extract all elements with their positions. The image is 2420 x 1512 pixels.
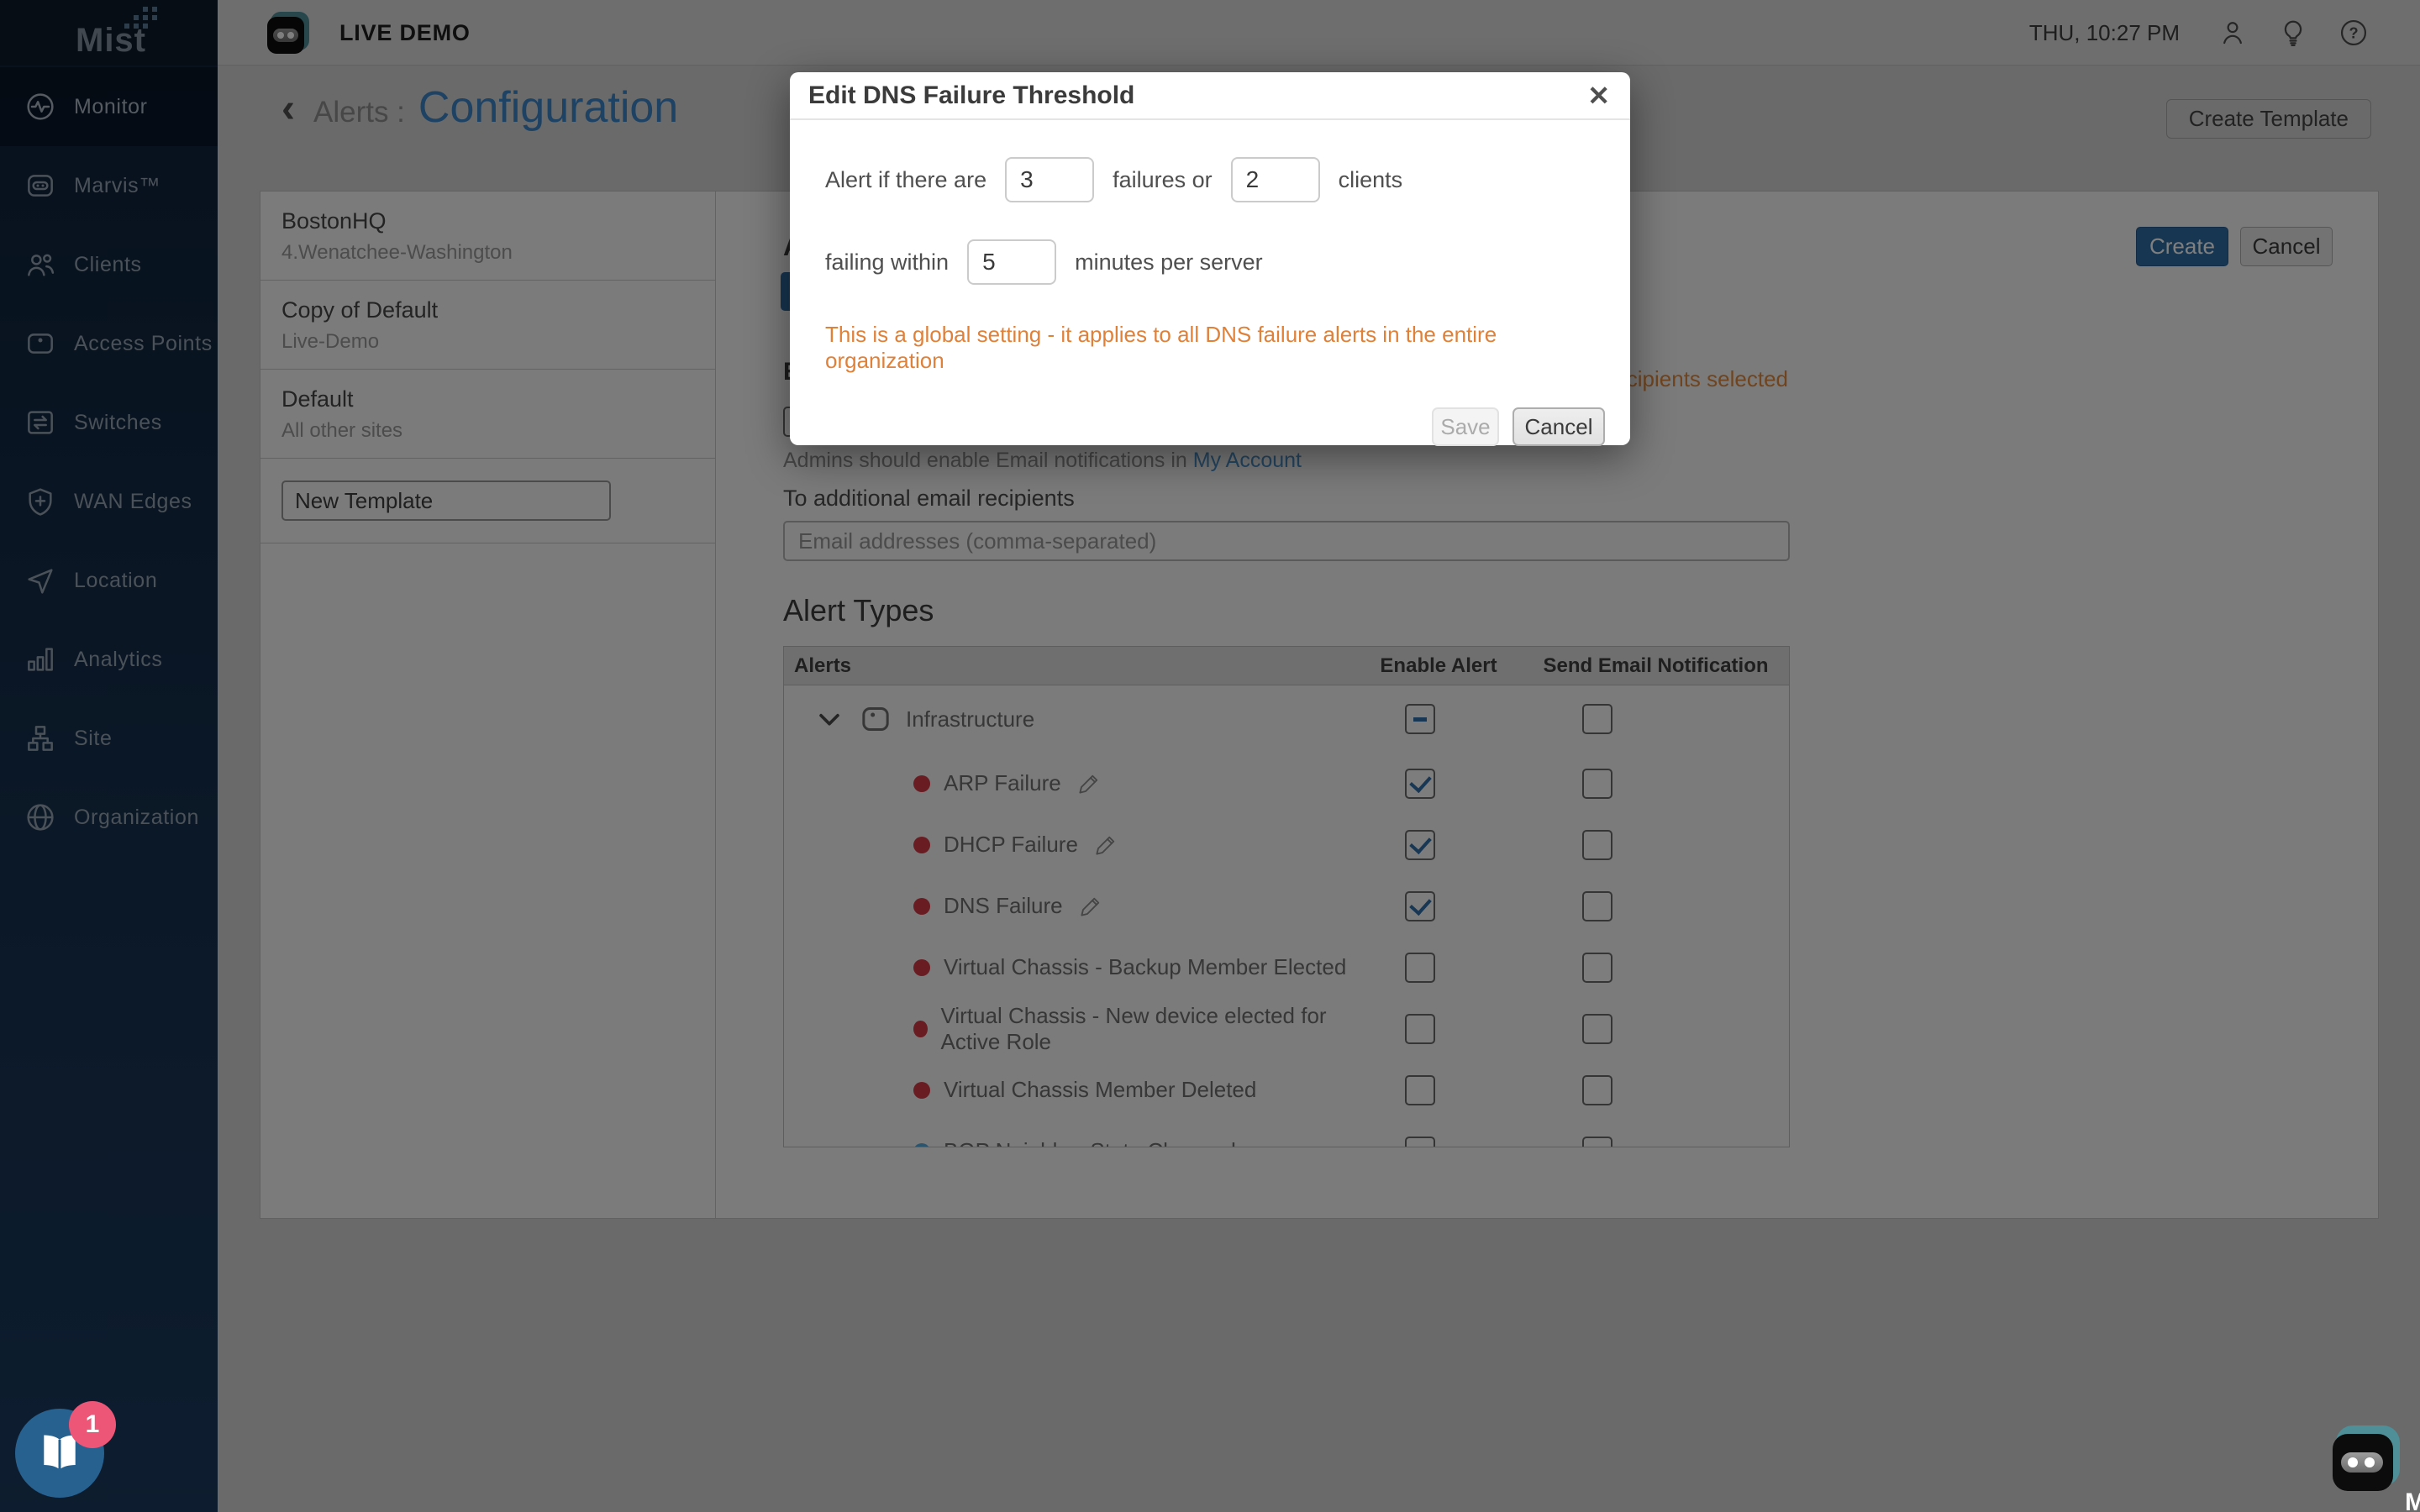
failing-within-label: failing within xyxy=(825,249,949,276)
marvis-assistant-widget[interactable] xyxy=(2333,1425,2400,1491)
modal-header: Edit DNS Failure Threshold ✕ xyxy=(790,72,1630,120)
modal-cancel-button[interactable]: Cancel xyxy=(1512,407,1605,446)
failures-input[interactable] xyxy=(1005,157,1094,202)
close-icon[interactable]: ✕ xyxy=(1587,82,1610,109)
global-setting-warning: This is a global setting - it applies to… xyxy=(825,322,1595,374)
modal-body: Alert if there are failures or clients f… xyxy=(790,120,1630,446)
edit-dns-failure-threshold-modal: Edit DNS Failure Threshold ✕ Alert if th… xyxy=(790,72,1630,445)
notification-badge: 1 xyxy=(69,1401,116,1448)
clients-input[interactable] xyxy=(1231,157,1320,202)
app-root: Mist Monitor Marvis™ Clients Access Poin… xyxy=(0,0,2420,1512)
corner-label-fragment: M xyxy=(2405,1488,2420,1512)
marvis-robot-icon xyxy=(2333,1434,2393,1491)
alert-if-label: Alert if there are xyxy=(825,167,986,193)
minutes-input[interactable] xyxy=(967,239,1056,285)
failures-or-label: failures or xyxy=(1113,167,1213,193)
modal-title: Edit DNS Failure Threshold xyxy=(808,81,1134,110)
clients-label: clients xyxy=(1339,167,1403,193)
minutes-label: minutes per server xyxy=(1075,249,1263,276)
save-button[interactable]: Save xyxy=(1432,407,1499,446)
